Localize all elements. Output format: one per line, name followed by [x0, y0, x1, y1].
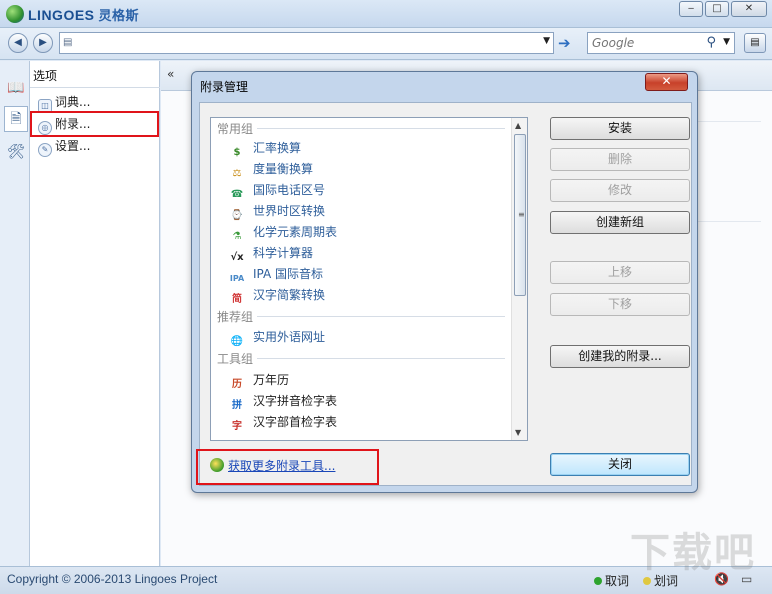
appendix-icon[interactable]: 🗎 [4, 106, 28, 132]
list-item[interactable]: 拼汉字拼音检字表 [229, 391, 337, 411]
list-scrollbar[interactable]: ▲ ≡ ▼ [511, 118, 527, 440]
back-button[interactable]: ◀ [8, 33, 28, 53]
highlight-box-appendix [30, 111, 159, 137]
dictionary-icon[interactable]: 📖 [7, 79, 25, 97]
radical-icon: 字 [232, 421, 242, 432]
list-icon: ▤ [63, 37, 73, 48]
divider [257, 358, 505, 359]
globe-icon: 🌐 [230, 336, 244, 347]
divider [257, 316, 505, 317]
grip-icon: ≡ [518, 210, 525, 219]
watermark: 下载吧 [630, 530, 756, 576]
list-item[interactable]: ☎ 国际电话区号 [229, 180, 325, 200]
search-engine-dropdown-icon[interactable]: ▼ [723, 37, 730, 47]
app-title: LINGOES 灵格斯 [28, 7, 140, 24]
toolbar: ◀ ▶ ▤ ▼ ➔ ⚲ ▼ ▤ [0, 28, 772, 60]
search-input[interactable] [592, 36, 702, 50]
list-item[interactable]: 字汉字部首检字表 [229, 412, 337, 432]
options-item-settings[interactable]: ✎ 设置... [38, 136, 90, 157]
appendix-list[interactable]: 常用组 $ 汇率换算 ⚖ 度量衡换算 ☎ 国际电话区号 ⌚ 世界时区转换 ⚗ 化学元素周期… [210, 117, 528, 441]
create-group-button[interactable]: 创建新组 [550, 211, 690, 234]
move-up-button[interactable]: 上移 [550, 261, 690, 284]
status-dot-icon [594, 577, 602, 585]
list-item[interactable]: √x 科学计算器 [229, 243, 313, 263]
divider [257, 128, 505, 129]
group-header: 工具组 [217, 352, 254, 366]
list-item[interactable]: 🌐 实用外语网址 [229, 327, 325, 347]
list-item[interactable]: 简汉字简繁转换 [229, 285, 325, 305]
appendix-manager-dialog: 附录管理 ✕ 常用组 $ 汇率换算 ⚖ 度量衡换算 ☎ 国际电话区号 ⌚ 世界时区转换 … [191, 71, 698, 493]
left-icon-bar: 📖 🗎 🛠 [0, 61, 30, 566]
scroll-down-icon[interactable]: ▼ [515, 428, 521, 437]
install-button[interactable]: 安装 [550, 117, 690, 140]
close-window-button[interactable]: ✕ [731, 1, 767, 17]
status-dot-icon [643, 577, 651, 585]
list-item[interactable]: ⚗ 化学元素周期表 [229, 222, 338, 242]
settings-icon[interactable]: 🛠 [7, 143, 25, 161]
title-bar: LINGOES 灵格斯 ‒ □ ✕ [0, 0, 772, 28]
dialog-body: 常用组 $ 汇率换算 ⚖ 度量衡换算 ☎ 国际电话区号 ⌚ 世界时区转换 ⚗ 化学元素周期… [199, 102, 692, 486]
maximize-button[interactable]: □ [705, 1, 729, 17]
wrench-icon: ✎ [38, 143, 52, 157]
options-header: 选项 [33, 69, 58, 83]
list-item[interactable]: ⌚ 世界时区转换 [229, 201, 325, 221]
list-item[interactable]: IPA IPA 国际音标 [229, 264, 323, 284]
list-item[interactable]: $ 汇率换算 [229, 138, 302, 158]
chevron-down-icon[interactable]: ▼ [543, 36, 550, 46]
copyright-text: Copyright © 2006-2013 Lingoes Project [7, 572, 218, 586]
modify-button[interactable]: 修改 [550, 179, 690, 202]
dialog-close-button[interactable]: ✕ [645, 73, 688, 91]
collapse-panel-icon[interactable]: « [167, 67, 174, 81]
main-menu-button[interactable]: ▤ [744, 33, 766, 53]
options-item-dictionary[interactable]: ◫ 词典... [38, 92, 90, 113]
google-search-box: ⚲ ▼ [587, 32, 735, 54]
scroll-thumb[interactable]: ≡ [514, 134, 526, 296]
list-item[interactable]: 历万年历 [229, 370, 289, 390]
dialog-title: 附录管理 [200, 80, 249, 94]
capture-word-toggle[interactable]: 取词 [594, 572, 629, 589]
go-arrow-icon[interactable]: ➔ [558, 34, 571, 52]
address-input[interactable]: ▤ ▼ [59, 32, 554, 54]
search-icon[interactable]: ⚲ [706, 35, 716, 50]
scroll-up-icon[interactable]: ▲ [515, 121, 521, 130]
group-header: 常用组 [217, 122, 254, 136]
forward-button[interactable]: ▶ [33, 33, 53, 53]
close-dialog-button[interactable]: 关闭 [550, 453, 690, 476]
highlight-box-more-tools [196, 449, 379, 485]
chinese-convert-icon: 简 [232, 294, 242, 305]
lingoes-logo-icon [6, 5, 24, 23]
delete-button[interactable]: 删除 [550, 148, 690, 171]
move-down-button[interactable]: 下移 [550, 293, 690, 316]
minimize-button[interactable]: ‒ [679, 1, 703, 17]
divider [30, 87, 160, 88]
group-header: 推荐组 [217, 310, 254, 324]
create-my-appendix-button[interactable]: 创建我的附录... [550, 345, 690, 368]
list-item[interactable]: ⚖ 度量衡换算 [229, 159, 314, 179]
